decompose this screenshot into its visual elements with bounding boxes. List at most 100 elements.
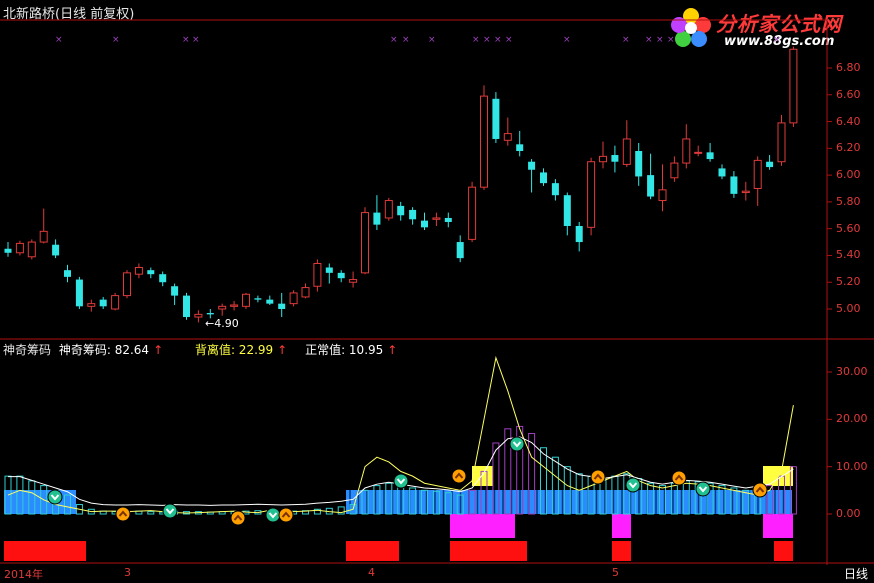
price-axis-label: 5.00: [836, 302, 861, 315]
signal-circle: [752, 482, 768, 498]
candle-body: [468, 186, 477, 240]
chart-canvas: ←4.90 × × × × × × × × × × × × × × × × ×: [0, 19, 874, 565]
signal-circle: [393, 473, 409, 489]
blue-signal-block: [4, 490, 76, 514]
red-signal-block: [612, 541, 631, 561]
candle-body: [230, 304, 239, 307]
candle-body: [242, 293, 250, 307]
candle-body: [373, 212, 381, 225]
candle-body: [741, 190, 750, 194]
signal-circle: [509, 436, 525, 452]
signal-circle: [265, 507, 281, 523]
candle-body: [171, 286, 179, 296]
candle-body: [206, 313, 214, 315]
candle-body: [87, 303, 96, 307]
candle-body: [622, 138, 631, 165]
candle-body: [27, 241, 36, 258]
signal-marker: ×: [773, 35, 781, 45]
candle-body: [718, 168, 726, 177]
signal-marker: ×: [494, 35, 502, 45]
candle-body: [706, 152, 714, 160]
indicator-name: 神奇筹码: [3, 343, 52, 357]
candle-body: [492, 98, 500, 139]
indicator-axis-label: 20.00: [836, 412, 868, 426]
magenta-signal-block: [612, 514, 631, 538]
candle-body: [777, 122, 786, 163]
signal-marker: ×: [390, 35, 398, 45]
candle-body: [194, 313, 203, 318]
signal-circle: [230, 510, 246, 526]
candle-body: [409, 209, 417, 220]
candle-body: [753, 159, 762, 189]
signal-marker: ×: [112, 35, 120, 45]
candle-body: [599, 155, 607, 163]
candle-body: [670, 162, 679, 179]
indicator-axis-label: 30.00: [836, 365, 868, 378]
price-axis-label: 5.60: [836, 221, 861, 235]
candle-body: [52, 244, 60, 256]
candle-body: [658, 189, 667, 202]
candle-body: [789, 48, 798, 124]
price-axis-label: 6.20: [836, 141, 861, 155]
indicator-value-2: 背离值: 22.99 ↑: [195, 343, 291, 357]
signal-marker: ×: [428, 35, 436, 45]
candle-body: [301, 287, 310, 298]
price-axis-label: 5.20: [836, 275, 861, 289]
candle-body: [540, 172, 547, 184]
candle-body: [4, 248, 12, 253]
down-signal-icon: [265, 507, 281, 523]
date-label-march: 3: [124, 566, 131, 579]
signal-marker: ×: [622, 35, 630, 45]
signal-marker: ×: [505, 35, 513, 45]
histogram-bar: [147, 511, 155, 515]
candle-body: [456, 242, 464, 259]
candle-body: [349, 279, 358, 283]
red-signal-block: [346, 541, 399, 561]
up-arrow-icon: ↑: [387, 343, 398, 357]
signal-marker: ×: [656, 35, 664, 45]
candle-body: [254, 298, 262, 300]
candle-body: [218, 305, 227, 310]
candle-body: [611, 155, 619, 162]
price-axis-label: 5.40: [836, 248, 861, 262]
down-signal-icon: [393, 473, 409, 489]
signal-marker: ×: [55, 35, 63, 45]
magenta-signal-block: [450, 514, 515, 538]
candle-body: [587, 161, 596, 228]
candle-body: [325, 267, 333, 273]
down-signal-icon: [162, 503, 178, 519]
period-selector[interactable]: 日线: [844, 565, 868, 582]
date-label-april: 4: [368, 566, 375, 579]
indicator-value-3: 正常值: 10.95 ↑: [305, 343, 401, 357]
candle-body: [444, 217, 452, 222]
candle-body: [516, 144, 524, 152]
up-signal-icon: [752, 482, 768, 498]
up-signal-icon: [451, 468, 467, 484]
down-signal-icon: [625, 477, 641, 493]
up-signal-icon: [278, 507, 294, 523]
candle-body: [397, 205, 405, 216]
chart-window: 北新路桥(日线 前复权) 分析家公式网 www.88gs.com ←4.90 ×…: [0, 0, 874, 583]
signal-circle: [278, 507, 294, 523]
date-label-may: 5: [612, 566, 619, 579]
down-signal-icon: [695, 481, 711, 497]
signal-circle: [115, 506, 131, 522]
yellow-signal-block: [472, 466, 493, 486]
signal-marker: ×: [563, 35, 571, 45]
price-axis-label: 6.40: [836, 114, 861, 128]
signal-marker: ×: [182, 35, 190, 45]
indicator-value-3-text: 正常值: 10.95: [305, 343, 384, 357]
candle-body: [432, 217, 441, 220]
date-label-2014: 2014年: [4, 568, 43, 581]
magenta-signal-block: [763, 514, 793, 538]
candle-body: [39, 230, 48, 243]
indicator-axis-label: 10.00: [836, 459, 868, 473]
red-signal-block: [4, 541, 86, 561]
signal-circle: [162, 503, 178, 519]
price-axis-label: 5.80: [836, 194, 861, 208]
down-signal-icon: [509, 436, 525, 452]
candle-body: [694, 151, 703, 154]
indicator-value-1: 神奇筹码: 82.64 ↑: [59, 343, 167, 357]
candle-body: [289, 292, 298, 305]
min-price-annotation: ←4.90: [205, 317, 239, 330]
